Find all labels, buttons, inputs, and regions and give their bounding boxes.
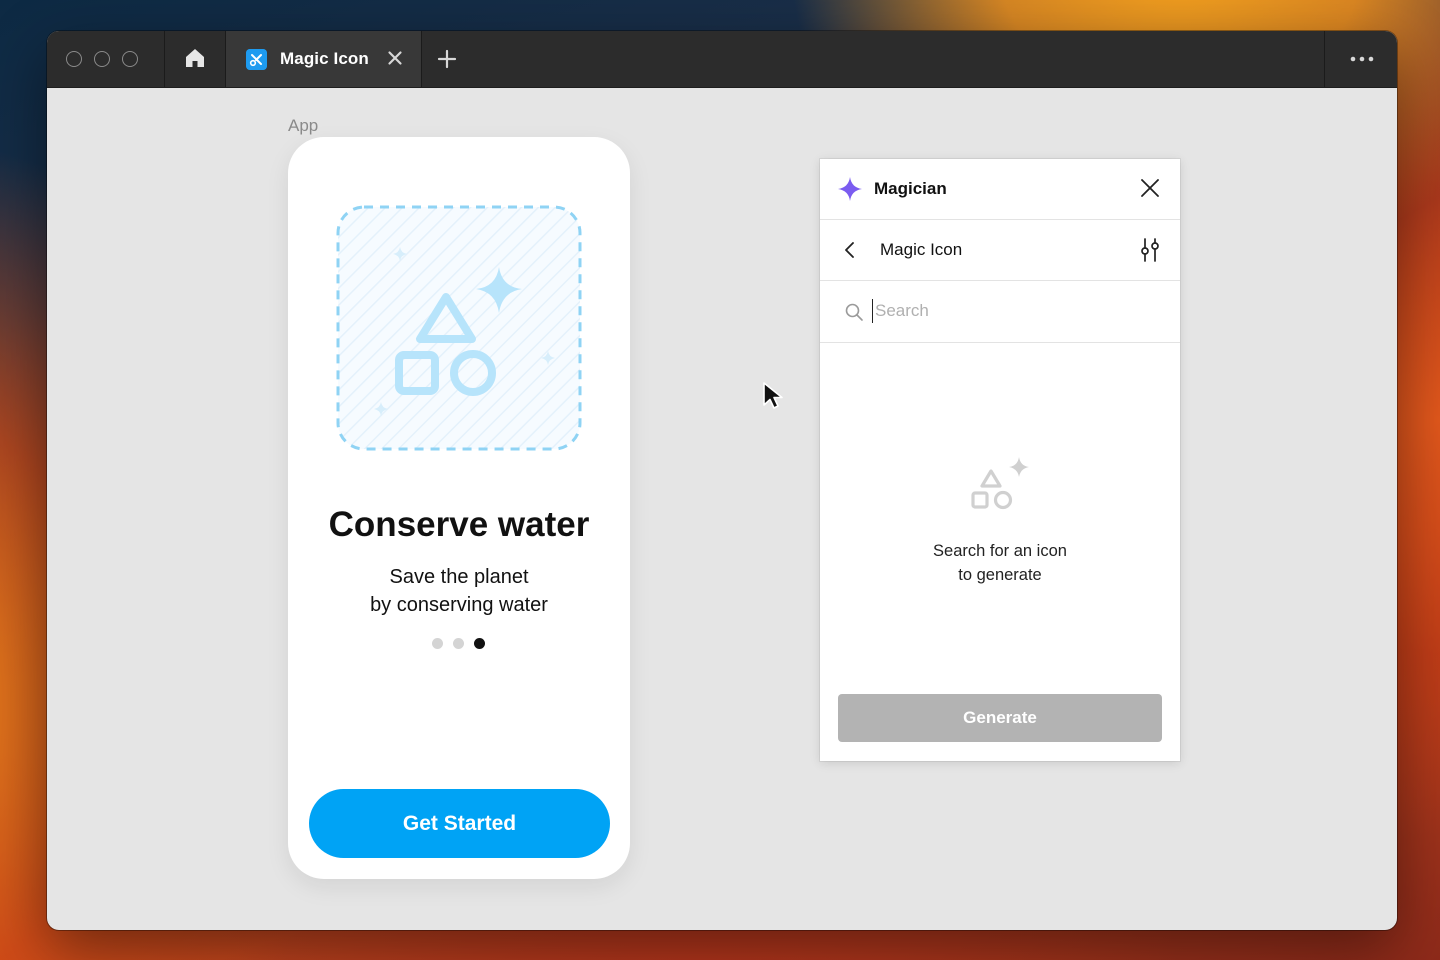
- app-window: Magic Icon App Conserve water Save the p…: [47, 31, 1397, 930]
- panel-nav: Magic Icon: [820, 220, 1180, 281]
- plus-icon[interactable]: [435, 47, 459, 71]
- magician-plugin-panel: Magician Magic Icon Search Search for an…: [820, 159, 1180, 761]
- pagination-dot-active[interactable]: [474, 638, 485, 649]
- settings-sliders-icon[interactable]: [1138, 237, 1162, 263]
- subtitle-line: by conserving water: [370, 594, 548, 616]
- minimize-window-button[interactable]: [94, 51, 110, 67]
- magic-icon-app-icon: [246, 49, 267, 70]
- onboarding-subtitle: Save the planet by conserving water: [288, 563, 630, 619]
- tab-label: Magic Icon: [280, 49, 369, 68]
- mouse-cursor-icon: [763, 382, 783, 409]
- phone-frame[interactable]: Conserve water Save the planet by conser…: [288, 137, 630, 879]
- more-icon[interactable]: [1349, 46, 1375, 72]
- icon-placeholder-illustration: [336, 205, 582, 451]
- pagination-dot[interactable]: [432, 638, 443, 649]
- empty-state-line: to generate: [958, 566, 1042, 584]
- close-icon[interactable]: [1138, 176, 1162, 200]
- pagination-dot[interactable]: [453, 638, 464, 649]
- onboarding-title: Conserve water: [328, 505, 590, 544]
- title-bar: Magic Icon: [47, 31, 1397, 88]
- generate-button[interactable]: Generate: [838, 694, 1162, 742]
- search-input[interactable]: [872, 299, 1155, 323]
- close-window-button[interactable]: [66, 51, 82, 67]
- empty-state-line: Search for an icon: [933, 542, 1067, 560]
- zoom-window-button[interactable]: [122, 51, 138, 67]
- panel-header: Magician: [820, 159, 1180, 220]
- back-chevron-icon[interactable]: [839, 238, 861, 262]
- tab-magic-icon[interactable]: Magic Icon: [226, 31, 421, 87]
- divider: [421, 31, 422, 87]
- sparkle-icon: [838, 177, 862, 201]
- panel-title: Magician: [874, 179, 947, 198]
- divider: [164, 31, 165, 87]
- home-icon[interactable]: [184, 47, 206, 69]
- frame-label[interactable]: App: [288, 116, 318, 136]
- empty-state-text: Search for an icon to generate: [820, 539, 1180, 587]
- subtitle-line: Save the planet: [389, 566, 529, 588]
- window-controls: [66, 51, 138, 67]
- close-icon[interactable]: [383, 46, 407, 70]
- shapes-sparkle-icon: [971, 457, 1029, 510]
- get-started-button[interactable]: Get Started: [309, 789, 610, 858]
- search-icon: [845, 303, 863, 321]
- pagination-dots: [432, 638, 485, 649]
- divider: [1324, 31, 1325, 87]
- nav-title: Magic Icon: [880, 240, 963, 259]
- search-row: [820, 281, 1180, 343]
